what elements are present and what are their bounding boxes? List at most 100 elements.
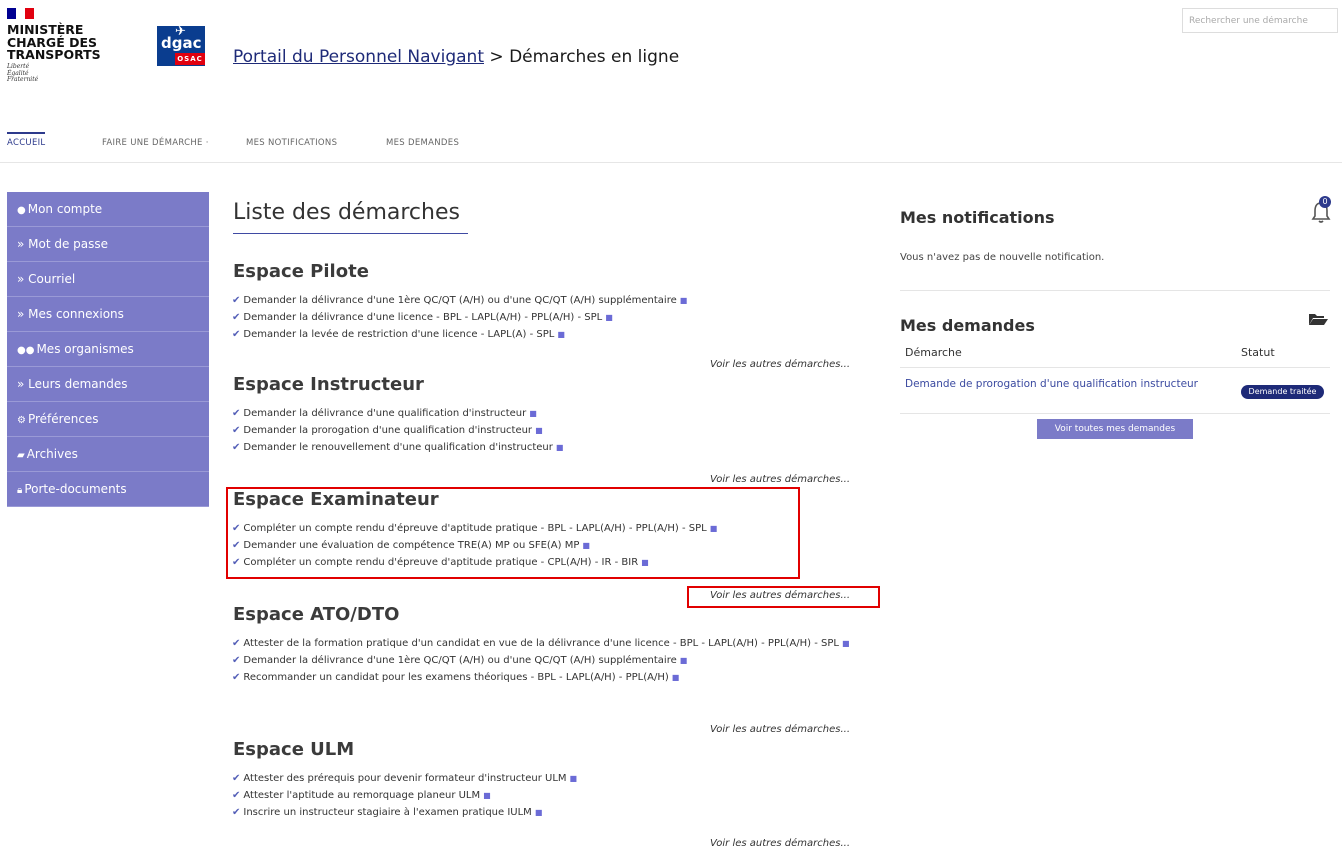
top-navigation: ACCUEIL FAIRE UNE DÉMARCHE · MES NOTIFIC… [0, 132, 1342, 163]
folder-open-icon[interactable] [1308, 312, 1328, 326]
ministry-name: MINISTÈRE CHARGÉ DES TRANSPORTS [7, 22, 101, 62]
lock-icon: ■ [569, 774, 578, 783]
section-title-examinateur: Espace Examinateur [233, 489, 439, 510]
check-icon: ✔ [232, 442, 241, 453]
notification-count-badge: 0 [1319, 196, 1331, 208]
lock-icon: ■ [534, 808, 543, 817]
sidebar-item-mes-connexions[interactable]: » Mes connexions [7, 297, 209, 332]
table-header-divider [900, 367, 1330, 368]
check-icon: ✔ [232, 425, 241, 436]
group-icon: ●● [17, 345, 35, 356]
nav-accueil[interactable]: ACCUEIL [7, 132, 46, 148]
page-title: Liste des démarches [233, 200, 460, 225]
section-title-ulm: Espace ULM [233, 739, 355, 760]
lock-icon: ■ [709, 524, 718, 533]
portal-link[interactable]: Portail du Personnel Navigant [233, 47, 484, 67]
nav-mes-demandes[interactable]: MES DEMANDES [386, 138, 459, 148]
see-all-requests-button[interactable]: Voir toutes mes demandes [1037, 419, 1193, 439]
list-item[interactable]: ✔ Demander la délivrance d'une 1ère QC/QT… [232, 292, 872, 309]
list-item[interactable]: ✔ Compléter un compte rendu d'épreuve d'a… [232, 554, 872, 571]
requests-title: Mes demandes [900, 316, 1035, 335]
list-item[interactable]: ✔ Recommander un candidat pour les examen… [232, 669, 857, 686]
divider [900, 290, 1330, 291]
user-icon: ● [17, 205, 26, 216]
more-link-ato-dto[interactable]: Voir les autres démarches... [710, 724, 850, 735]
table-row-divider [900, 413, 1330, 414]
check-icon: ✔ [232, 773, 241, 784]
section-list-ulm: ✔ Attester des prérequis pour devenir for… [232, 770, 872, 821]
sidebar-item-preferences[interactable]: ⚙ Préférences [7, 402, 209, 437]
breadcrumb: Portail du Personnel Navigant > Démarche… [233, 47, 680, 67]
republic-flag-logo [7, 8, 34, 19]
list-item[interactable]: ✔ Demander le renouvellement d'une qualif… [232, 439, 872, 456]
sidebar-item-leurs-demandes[interactable]: » Leurs demandes [7, 367, 209, 402]
section-title-ato-dto: Espace ATO/DTO [233, 604, 400, 625]
list-item[interactable]: ✔ Attester des prérequis pour devenir for… [232, 770, 872, 787]
list-item[interactable]: ✔ Compléter un compte rendu d'épreuve d'a… [232, 520, 872, 537]
list-item[interactable]: ✔ Attester de la formation pratique d'un … [232, 635, 857, 652]
search-input[interactable] [1182, 8, 1338, 33]
notifications-title: Mes notifications [900, 208, 1055, 227]
sidebar-item-archives[interactable]: ▰ Archives [7, 437, 209, 472]
sidebar-item-mes-organismes[interactable]: ●● Mes organismes [7, 332, 209, 367]
lock-icon: ■ [557, 330, 565, 339]
status-badge: Demande traitée [1241, 385, 1324, 399]
check-icon: ✔ [232, 295, 241, 306]
title-underline [233, 233, 468, 234]
list-item[interactable]: ✔ Inscrire un instructeur stagiaire à l'e… [232, 804, 872, 821]
sidebar-item-mot-de-passe[interactable]: » Mot de passe [7, 227, 209, 262]
section-list-examinateur: ✔ Compléter un compte rendu d'épreuve d'a… [232, 520, 872, 571]
lock-icon: ■ [535, 426, 543, 435]
list-item[interactable]: ✔ Demander la délivrance d'une licence - … [232, 309, 872, 326]
list-item[interactable]: ✔ Demander la levée de restriction d'une … [232, 326, 872, 343]
column-header-statut: Statut [1241, 346, 1275, 359]
check-icon: ✔ [232, 672, 241, 683]
republic-motto: Liberté Égalité Fraternité [7, 63, 39, 83]
section-list-instructeur: ✔ Demander la délivrance d'une qualificat… [232, 405, 872, 456]
sidebar: ● Mon compte » Mot de passe » Courriel » … [7, 192, 209, 507]
lock-icon: ■ [605, 313, 613, 322]
check-icon: ✔ [232, 655, 241, 666]
list-item[interactable]: ✔ Demander la prorogation d'une qualifica… [232, 422, 872, 439]
lock-icon: ■ [483, 791, 491, 800]
section-list-pilote: ✔ Demander la délivrance d'une 1ère QC/QT… [232, 292, 872, 343]
notifications-empty-text: Vous n'avez pas de nouvelle notification… [900, 252, 1105, 263]
lock-icon: 🔒︎ [17, 485, 23, 496]
lock-icon: ■ [842, 639, 850, 648]
check-icon: ✔ [232, 790, 241, 801]
more-link-ulm[interactable]: Voir les autres démarches... [710, 838, 850, 849]
check-icon: ✔ [232, 408, 241, 419]
list-item[interactable]: ✔ Demander une évaluation de compétence T… [232, 537, 872, 554]
column-header-demarche: Démarche [905, 346, 962, 359]
section-title-instructeur: Espace Instructeur [233, 374, 424, 395]
sidebar-item-courriel[interactable]: » Courriel [7, 262, 209, 297]
sidebar-item-porte-documents[interactable]: 🔒︎ Porte-documents [7, 472, 209, 507]
gears-icon: ⚙ [17, 415, 26, 426]
list-item[interactable]: ✔ Demander la délivrance d'une 1ère QC/QT… [232, 652, 857, 669]
section-list-ato-dto: ✔ Attester de la formation pratique d'un … [232, 635, 857, 686]
lock-icon: ■ [671, 673, 680, 682]
lock-icon: ■ [555, 443, 564, 452]
lock-icon: ■ [641, 558, 649, 567]
list-item[interactable]: ✔ Attester l'aptitude au remorquage plane… [232, 787, 872, 804]
breadcrumb-current: Démarches en ligne [509, 47, 680, 67]
lock-icon: ■ [529, 409, 537, 418]
folder-icon: ▰ [17, 450, 25, 461]
check-icon: ✔ [232, 807, 241, 818]
lock-icon: ■ [679, 296, 688, 305]
section-title-pilote: Espace Pilote [233, 261, 369, 282]
sidebar-item-mon-compte[interactable]: ● Mon compte [7, 192, 209, 227]
more-link-pilote[interactable]: Voir les autres démarches... [710, 359, 850, 370]
lock-icon: ■ [679, 656, 688, 665]
check-icon: ✔ [232, 523, 241, 534]
check-icon: ✔ [232, 329, 241, 340]
check-icon: ✔ [232, 540, 241, 551]
dgac-logo: ✈ dgac OSAC [157, 24, 205, 66]
list-item[interactable]: ✔ Demander la délivrance d'une qualificat… [232, 405, 872, 422]
nav-mes-notifications[interactable]: MES NOTIFICATIONS [246, 138, 337, 148]
nav-faire-une-demarche[interactable]: FAIRE UNE DÉMARCHE · [102, 138, 209, 148]
request-link[interactable]: Demande de prorogation d'une qualificati… [905, 376, 1205, 392]
more-link-examinateur[interactable]: Voir les autres démarches... [710, 590, 850, 601]
more-link-instructeur[interactable]: Voir les autres démarches... [710, 474, 850, 485]
check-icon: ✔ [232, 312, 241, 323]
